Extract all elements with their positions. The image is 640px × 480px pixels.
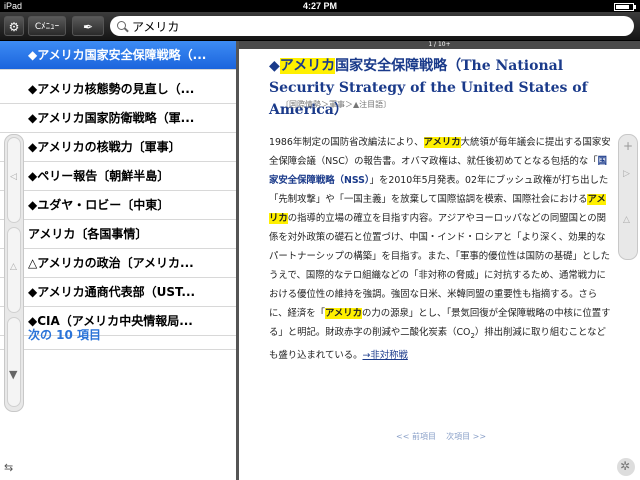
article-pane: 1 / 10+ ◆アメリカ国家安全保障戦略（The National Secur…	[239, 41, 640, 480]
list-item[interactable]: ◆アメリカ通商代表部（UST...	[0, 278, 236, 307]
toolbar: ⚙ Cﾒﾆｭｰ ✒	[0, 12, 640, 41]
plus-icon: +	[623, 139, 634, 153]
category-tags: 〔国際情勢＞軍事＞▲注目語〕	[281, 100, 392, 109]
list-item[interactable]: ◆アメリカの核戦力〔軍事〕	[0, 133, 236, 162]
left-side-scroller[interactable]: ◁ △ ▼	[4, 134, 24, 412]
list-item[interactable]: △アメリカの政治〔アメリカ...	[0, 249, 236, 278]
result-list: ◆アメリカ国家安全保障戦略（... ◆アメリカ核態勢の見直し（... ◆アメリカ…	[0, 41, 239, 480]
wheel-icon: ✲	[620, 459, 631, 473]
chevron-up-icon: △	[10, 262, 17, 272]
pen-button[interactable]: ✒	[72, 16, 104, 36]
clock: 4:27 PM	[302, 1, 337, 11]
search-highlight: アメリカ	[324, 308, 363, 319]
item-nav: << 前項目 次項目 >>	[396, 431, 486, 442]
next-item-link[interactable]: 次項目 >>	[446, 432, 486, 441]
search-input[interactable]	[132, 18, 622, 34]
prev-item-link[interactable]: << 前項目	[396, 432, 436, 441]
chevron-right-icon: ▷	[623, 169, 630, 179]
search-highlight: アメリカ	[423, 137, 461, 148]
scroll-up-segment[interactable]: ◁	[7, 137, 21, 223]
list-item[interactable]: ◆アメリカ核態勢の見直し（...	[0, 75, 236, 104]
menu-button[interactable]: Cﾒﾆｭｰ	[28, 16, 66, 36]
search-bar[interactable]	[110, 16, 634, 36]
more-results-link[interactable]: 次の 10 項目	[0, 321, 236, 350]
chevron-down-icon: ▼	[9, 368, 18, 381]
menu-button-label: Cﾒﾆｭｰ	[34, 22, 60, 32]
status-bar: iPad 4:27 PM	[0, 0, 640, 12]
search-icon	[117, 21, 126, 30]
scroll-mid-segment[interactable]: △	[7, 227, 21, 313]
related-link[interactable]: →非対称戦	[362, 350, 407, 361]
list-item[interactable]: アメリカ〔各国事情〕	[0, 220, 236, 249]
battery-icon	[614, 3, 636, 11]
swap-pane-button[interactable]: ⇆	[4, 456, 26, 474]
scroll-down-segment[interactable]: ▼	[7, 317, 21, 407]
settings-button[interactable]: ⚙	[4, 16, 24, 36]
list-item[interactable]: ◆アメリカ国家安全保障戦略（...	[0, 41, 236, 70]
list-item[interactable]: ◆ペリー報告〔朝鮮半島〕	[0, 162, 236, 191]
chevron-left-icon: ◁	[10, 172, 17, 182]
settings-wheel-button[interactable]: ✲	[617, 458, 635, 476]
list-item[interactable]: ◆アメリカ国家防衛戦略（軍...	[0, 104, 236, 133]
pen-icon: ✒	[82, 20, 94, 34]
chevron-up-icon: △	[623, 215, 630, 225]
gear-icon: ⚙	[8, 20, 20, 34]
article-body: 1986年制定の国防省改編法により、アメリカ大統領が毎年議会に提出する国家安全保…	[269, 137, 611, 361]
right-side-scroller[interactable]: + ▷ △	[618, 134, 638, 260]
list-item[interactable]: ◆ユダヤ・ロビー〔中東〕	[0, 191, 236, 220]
page-indicator: 1 / 10+	[239, 41, 640, 49]
arrows-icon: ⇆	[4, 461, 14, 474]
article-title: ◆アメリカ国家安全保障戦略（The National Security Stra…	[269, 58, 588, 118]
